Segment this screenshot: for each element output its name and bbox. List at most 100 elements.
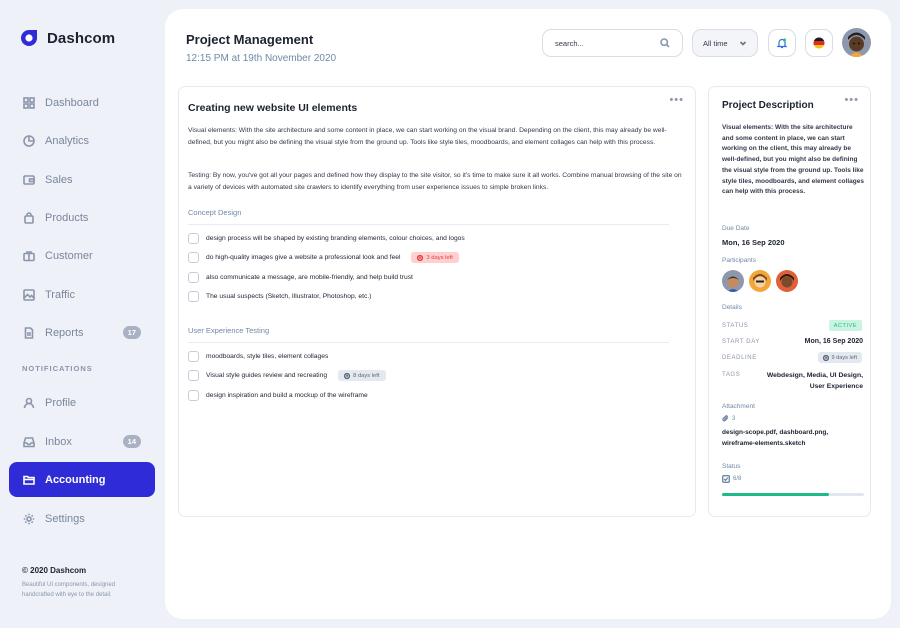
nav-item-reports[interactable]: Reports 17 <box>9 315 155 350</box>
bag-icon <box>23 211 35 224</box>
nav-label: Analytics <box>45 134 90 147</box>
participants-label: Participants <box>722 257 756 264</box>
nav-label: Inbox <box>45 435 72 448</box>
attachment-files[interactable]: design-scope.pdf, dashboard.png, wirefra… <box>722 427 862 449</box>
checkbox[interactable] <box>188 390 199 401</box>
search-input[interactable] <box>555 38 655 48</box>
checklist-item[interactable]: also communicate a message, are mobile-f… <box>188 272 413 283</box>
pie-chart-icon <box>23 134 35 147</box>
checkbox[interactable] <box>188 291 199 302</box>
checklist-text: The usual suspects (Sketch, Illustrator,… <box>206 293 372 300</box>
notifications-button[interactable] <box>768 29 796 57</box>
due-date-label: Due Date <box>722 225 750 232</box>
tags-key: TAGS <box>722 372 741 378</box>
deadline-key: DEADLINE <box>722 355 757 361</box>
gear-icon <box>23 513 35 525</box>
checklist-item[interactable]: moodboards, style tiles, element collage… <box>188 351 328 362</box>
nav-label: Sales <box>45 173 73 186</box>
nav-item-traffic[interactable]: Traffic <box>9 277 155 312</box>
more-options-icon[interactable]: ••• <box>844 95 859 106</box>
description-text: Visual elements: With the site architect… <box>722 124 864 196</box>
checklist-item[interactable]: design inspiration and build a mockup of… <box>188 390 368 401</box>
briefcase-icon <box>23 250 35 262</box>
nav-item-accounting[interactable]: Accounting <box>9 462 155 497</box>
image-icon <box>23 288 35 301</box>
inbox-count-badge: 14 <box>122 435 141 448</box>
nav-label: Products <box>45 211 89 224</box>
grid-icon <box>23 96 35 109</box>
checkbox[interactable] <box>188 252 199 263</box>
project-description-card: ••• Project Description Visual elements:… <box>708 86 871 517</box>
reports-count-badge: 17 <box>122 326 141 339</box>
checkbox[interactable] <box>188 370 199 381</box>
status-progress-value: 6/8 <box>733 476 742 482</box>
checkbox[interactable] <box>188 272 199 283</box>
nav-item-sales[interactable]: Sales <box>9 162 155 197</box>
main-panel: Project Management 12:15 PM at 19th Nove… <box>165 9 891 619</box>
clock-icon <box>822 354 829 361</box>
checkbox-icon <box>722 475 730 483</box>
nav-item-inbox[interactable]: Inbox 14 <box>9 424 155 459</box>
deadline-value: 9 days left <box>831 354 858 361</box>
due-date-value: Mon, 16 Sep 2020 <box>722 238 785 247</box>
avatar-illustration-icon <box>722 270 744 292</box>
checklist-item[interactable]: Visual style guides review and recreatin… <box>188 370 386 381</box>
checklist-text: also communicate a message, are mobile-f… <box>206 274 413 281</box>
divider <box>188 342 669 343</box>
checklist-item[interactable]: design process will be shaped by existin… <box>188 233 465 244</box>
nav-item-products[interactable]: Products <box>9 200 155 235</box>
details-label: Details <box>722 304 742 311</box>
avatar-illustration-icon <box>842 28 871 57</box>
inbox-icon <box>23 436 35 448</box>
checkbox[interactable] <box>188 233 199 244</box>
divider <box>188 224 669 225</box>
checklist-text: Visual style guides review and recreatin… <box>206 372 328 379</box>
checklist-item[interactable]: The usual suspects (Sketch, Illustrator,… <box>188 291 371 302</box>
avatar-illustration-icon <box>776 270 798 292</box>
status-key: STATUS <box>722 323 749 329</box>
participant-avatar[interactable] <box>749 270 771 292</box>
progress-bar <box>722 493 864 496</box>
clock-icon <box>417 254 424 261</box>
nav-item-dashboard[interactable]: Dashboard <box>9 85 155 120</box>
more-options-icon[interactable]: ••• <box>669 95 684 106</box>
task-description-testing: Testing: By now, you've got all your pag… <box>188 172 682 191</box>
search-icon <box>660 38 670 48</box>
search-box[interactable] <box>542 29 683 57</box>
checkbox[interactable] <box>188 351 199 362</box>
time-filter-select[interactable]: All time <box>692 29 758 57</box>
nav-item-profile[interactable]: Profile <box>9 385 155 420</box>
footer-description: Beautiful UI components, designed handcr… <box>22 582 116 598</box>
wallet-icon <box>23 174 35 186</box>
page-title: Project Management <box>186 32 314 47</box>
checklist-text: design process will be shaped by existin… <box>206 235 465 242</box>
dashcom-logo-icon <box>21 30 37 46</box>
participant-avatar[interactable] <box>776 270 798 292</box>
checklist-text: moodboards, style tiles, element collage… <box>206 353 329 360</box>
ux-testing-label: User Experience Testing <box>188 326 270 335</box>
nav-label: Dashboard <box>45 96 99 109</box>
checklist-item[interactable]: do high-quality images give a website a … <box>188 252 459 263</box>
page-datetime: 12:15 PM at 19th November 2020 <box>186 53 337 64</box>
nav-label: Settings <box>45 512 85 525</box>
nav-label: Profile <box>45 396 77 409</box>
participant-avatar[interactable] <box>722 270 744 292</box>
nav-item-settings[interactable]: Settings <box>9 501 155 536</box>
user-icon <box>23 397 35 409</box>
start-day-key: START DAY <box>722 339 760 345</box>
chevron-down-icon <box>739 41 747 46</box>
due-tag: 3 days left <box>411 252 459 263</box>
time-filter-value: All time <box>703 38 728 48</box>
nav-item-analytics[interactable]: Analytics <box>9 123 155 158</box>
task-title: Creating new website UI elements <box>188 102 358 114</box>
attachment-count-value: 3 <box>732 415 736 422</box>
language-button[interactable] <box>805 29 833 57</box>
user-avatar[interactable] <box>842 28 871 57</box>
brand[interactable]: Dashcom <box>19 28 115 48</box>
status-progress: 6/8 <box>722 475 741 483</box>
task-card: ••• Creating new website UI elements Vis… <box>178 86 696 517</box>
nav-item-customer[interactable]: Customer <box>9 238 155 273</box>
start-day-value: Mon, 16 Sep 2020 <box>804 338 863 345</box>
checklist-text: design inspiration and build a mockup of… <box>206 392 368 399</box>
attachment-label: Attachment <box>722 403 755 410</box>
